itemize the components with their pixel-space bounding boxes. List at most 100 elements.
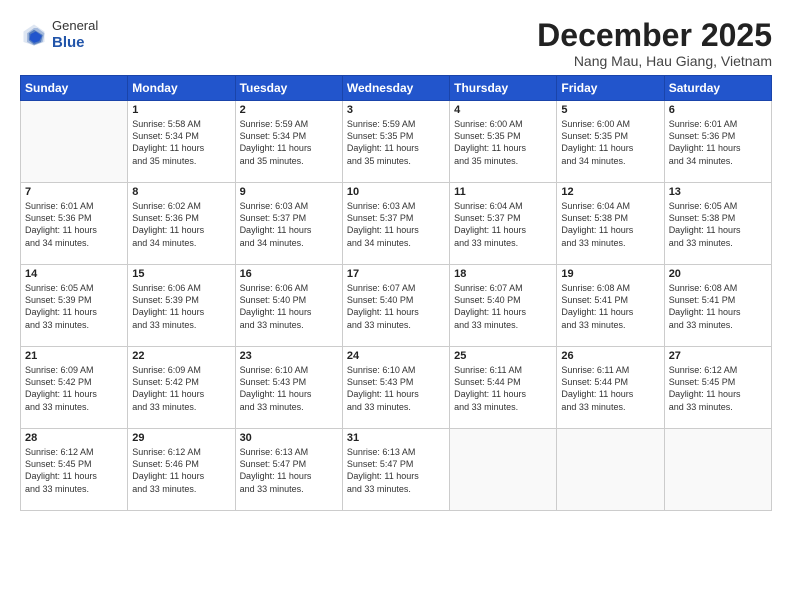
calendar-week-2: 14 Sunrise: 6:05 AM Sunset: 5:39 PM Dayli… <box>21 265 772 347</box>
table-row: 8 Sunrise: 6:02 AM Sunset: 5:36 PM Daylig… <box>128 183 235 265</box>
col-saturday: Saturday <box>664 76 771 101</box>
table-row: 25 Sunrise: 6:11 AM Sunset: 5:44 PM Dayli… <box>450 347 557 429</box>
table-row: 22 Sunrise: 6:09 AM Sunset: 5:42 PM Dayli… <box>128 347 235 429</box>
table-row: 19Sunrise: 6:08 AM Sunset: 5:41 PM Dayli… <box>557 265 664 347</box>
day-number: 22 <box>132 350 230 362</box>
day-info: Sunrise: 6:10 AM Sunset: 5:43 PM Dayligh… <box>240 364 338 413</box>
day-number: 18 <box>454 268 552 280</box>
title-block: December 2025 Nang Mau, Hau Giang, Vietn… <box>537 18 772 69</box>
table-row: 9 Sunrise: 6:03 AM Sunset: 5:37 PM Daylig… <box>235 183 342 265</box>
day-info: Sunrise: 6:11 AM Sunset: 5:44 PM Dayligh… <box>561 364 659 413</box>
table-row: 23Sunrise: 6:10 AM Sunset: 5:43 PM Dayli… <box>235 347 342 429</box>
table-row: 18Sunrise: 6:07 AM Sunset: 5:40 PM Dayli… <box>450 265 557 347</box>
day-number: 31 <box>347 432 445 444</box>
day-info: Sunrise: 6:13 AM Sunset: 5:47 PM Dayligh… <box>240 446 338 495</box>
day-number: 9 <box>240 186 338 198</box>
calendar-header-row: Sunday Monday Tuesday Wednesday Thursday… <box>21 76 772 101</box>
col-friday: Friday <box>557 76 664 101</box>
day-number: 6 <box>669 104 767 116</box>
day-number: 8 <box>132 186 230 198</box>
day-info: Sunrise: 6:05 AM Sunset: 5:38 PM Dayligh… <box>669 200 767 249</box>
table-row: 1 Sunrise: 5:58 AM Sunset: 5:34 PM Daylig… <box>128 101 235 183</box>
calendar-week-0: 1 Sunrise: 5:58 AM Sunset: 5:34 PM Daylig… <box>21 101 772 183</box>
day-info: Sunrise: 6:02 AM Sunset: 5:36 PM Dayligh… <box>132 200 230 249</box>
day-number: 16 <box>240 268 338 280</box>
calendar-week-1: 7Sunrise: 6:01 AM Sunset: 5:36 PM Daylig… <box>21 183 772 265</box>
table-row: 17 Sunrise: 6:07 AM Sunset: 5:40 PM Dayli… <box>342 265 449 347</box>
month-title: December 2025 <box>537 18 772 53</box>
day-info: Sunrise: 6:00 AM Sunset: 5:35 PM Dayligh… <box>561 118 659 167</box>
calendar: Sunday Monday Tuesday Wednesday Thursday… <box>20 75 772 511</box>
day-number: 29 <box>132 432 230 444</box>
day-number: 21 <box>25 350 123 362</box>
table-row: 10Sunrise: 6:03 AM Sunset: 5:37 PM Dayli… <box>342 183 449 265</box>
day-info: Sunrise: 5:59 AM Sunset: 5:34 PM Dayligh… <box>240 118 338 167</box>
day-number: 28 <box>25 432 123 444</box>
table-row: 2Sunrise: 5:59 AM Sunset: 5:34 PM Daylig… <box>235 101 342 183</box>
table-row: 26Sunrise: 6:11 AM Sunset: 5:44 PM Dayli… <box>557 347 664 429</box>
subtitle: Nang Mau, Hau Giang, Vietnam <box>537 53 772 69</box>
day-number: 30 <box>240 432 338 444</box>
day-number: 24 <box>347 350 445 362</box>
day-number: 11 <box>454 186 552 198</box>
logo-icon <box>20 21 48 49</box>
day-info: Sunrise: 6:00 AM Sunset: 5:35 PM Dayligh… <box>454 118 552 167</box>
day-info: Sunrise: 6:09 AM Sunset: 5:42 PM Dayligh… <box>132 364 230 413</box>
day-number: 15 <box>132 268 230 280</box>
day-info: Sunrise: 6:12 AM Sunset: 5:46 PM Dayligh… <box>132 446 230 495</box>
day-info: Sunrise: 6:07 AM Sunset: 5:40 PM Dayligh… <box>347 282 445 331</box>
calendar-body: 1 Sunrise: 5:58 AM Sunset: 5:34 PM Daylig… <box>21 101 772 511</box>
logo: General Blue <box>20 18 98 52</box>
day-number: 14 <box>25 268 123 280</box>
table-row: 31 Sunrise: 6:13 AM Sunset: 5:47 PM Dayli… <box>342 429 449 511</box>
table-row: 28 Sunrise: 6:12 AM Sunset: 5:45 PM Dayli… <box>21 429 128 511</box>
logo-text: General Blue <box>52 18 98 52</box>
day-info: Sunrise: 6:05 AM Sunset: 5:39 PM Dayligh… <box>25 282 123 331</box>
table-row: 14 Sunrise: 6:05 AM Sunset: 5:39 PM Dayli… <box>21 265 128 347</box>
day-number: 20 <box>669 268 767 280</box>
table-row: 5 Sunrise: 6:00 AM Sunset: 5:35 PM Daylig… <box>557 101 664 183</box>
day-number: 5 <box>561 104 659 116</box>
day-info: Sunrise: 6:01 AM Sunset: 5:36 PM Dayligh… <box>25 200 123 249</box>
table-row: 7Sunrise: 6:01 AM Sunset: 5:36 PM Daylig… <box>21 183 128 265</box>
day-info: Sunrise: 6:11 AM Sunset: 5:44 PM Dayligh… <box>454 364 552 413</box>
table-row: 16 Sunrise: 6:06 AM Sunset: 5:40 PM Dayli… <box>235 265 342 347</box>
day-info: Sunrise: 6:08 AM Sunset: 5:41 PM Dayligh… <box>669 282 767 331</box>
day-info: Sunrise: 6:13 AM Sunset: 5:47 PM Dayligh… <box>347 446 445 495</box>
day-info: Sunrise: 6:10 AM Sunset: 5:43 PM Dayligh… <box>347 364 445 413</box>
table-row: 13 Sunrise: 6:05 AM Sunset: 5:38 PM Dayli… <box>664 183 771 265</box>
day-info: Sunrise: 6:06 AM Sunset: 5:39 PM Dayligh… <box>132 282 230 331</box>
day-info: Sunrise: 6:03 AM Sunset: 5:37 PM Dayligh… <box>240 200 338 249</box>
day-info: Sunrise: 6:06 AM Sunset: 5:40 PM Dayligh… <box>240 282 338 331</box>
table-row: 21 Sunrise: 6:09 AM Sunset: 5:42 PM Dayli… <box>21 347 128 429</box>
table-row <box>450 429 557 511</box>
day-info: Sunrise: 6:08 AM Sunset: 5:41 PM Dayligh… <box>561 282 659 331</box>
day-number: 1 <box>132 104 230 116</box>
table-row <box>21 101 128 183</box>
day-info: Sunrise: 6:12 AM Sunset: 5:45 PM Dayligh… <box>25 446 123 495</box>
col-thursday: Thursday <box>450 76 557 101</box>
day-info: Sunrise: 5:59 AM Sunset: 5:35 PM Dayligh… <box>347 118 445 167</box>
day-info: Sunrise: 6:04 AM Sunset: 5:37 PM Dayligh… <box>454 200 552 249</box>
day-number: 13 <box>669 186 767 198</box>
table-row: 29 Sunrise: 6:12 AM Sunset: 5:46 PM Dayli… <box>128 429 235 511</box>
day-number: 25 <box>454 350 552 362</box>
col-tuesday: Tuesday <box>235 76 342 101</box>
day-info: Sunrise: 5:58 AM Sunset: 5:34 PM Dayligh… <box>132 118 230 167</box>
table-row <box>664 429 771 511</box>
day-info: Sunrise: 6:04 AM Sunset: 5:38 PM Dayligh… <box>561 200 659 249</box>
day-number: 3 <box>347 104 445 116</box>
day-number: 17 <box>347 268 445 280</box>
col-sunday: Sunday <box>21 76 128 101</box>
calendar-week-3: 21 Sunrise: 6:09 AM Sunset: 5:42 PM Dayli… <box>21 347 772 429</box>
calendar-week-4: 28 Sunrise: 6:12 AM Sunset: 5:45 PM Dayli… <box>21 429 772 511</box>
col-monday: Monday <box>128 76 235 101</box>
table-row <box>557 429 664 511</box>
day-number: 27 <box>669 350 767 362</box>
day-info: Sunrise: 6:01 AM Sunset: 5:36 PM Dayligh… <box>669 118 767 167</box>
page: General Blue December 2025 Nang Mau, Hau… <box>0 0 792 612</box>
day-info: Sunrise: 6:03 AM Sunset: 5:37 PM Dayligh… <box>347 200 445 249</box>
table-row: 27Sunrise: 6:12 AM Sunset: 5:45 PM Dayli… <box>664 347 771 429</box>
table-row: 15 Sunrise: 6:06 AM Sunset: 5:39 PM Dayli… <box>128 265 235 347</box>
day-info: Sunrise: 6:09 AM Sunset: 5:42 PM Dayligh… <box>25 364 123 413</box>
